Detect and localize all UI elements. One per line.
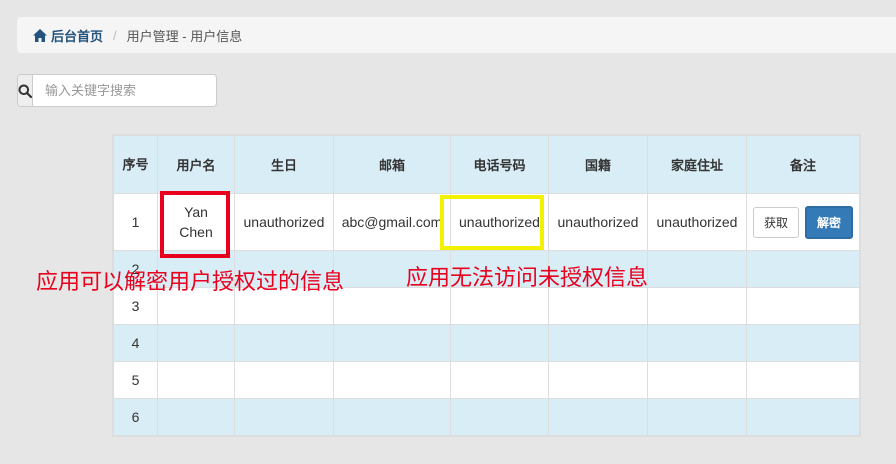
cell-address: unauthorized bbox=[647, 193, 747, 251]
cell-actions: 获取 解密 bbox=[746, 193, 860, 251]
decrypt-button[interactable]: 解密 bbox=[805, 205, 854, 239]
cell-index: 5 bbox=[113, 361, 158, 399]
cell-index: 1 bbox=[113, 193, 158, 251]
table-row: 4 bbox=[113, 324, 860, 362]
table-row: 5 bbox=[113, 361, 860, 399]
header-notes: 备注 bbox=[746, 135, 860, 194]
search-addon[interactable] bbox=[18, 75, 33, 106]
breadcrumb: 后台首页 / 用户管理 - 用户信息 bbox=[17, 17, 896, 53]
breadcrumb-current: 用户管理 - 用户信息 bbox=[126, 28, 243, 44]
search-icon bbox=[18, 84, 32, 98]
get-button[interactable]: 获取 bbox=[752, 206, 799, 238]
search-input[interactable] bbox=[33, 75, 216, 106]
header-nationality: 国籍 bbox=[548, 135, 648, 194]
annotation-authorized: 应用可以解密用户授权过的信息 bbox=[36, 269, 345, 294]
phone-highlight-box bbox=[440, 195, 544, 250]
table-row: 6 bbox=[113, 398, 860, 436]
header-address: 家庭住址 bbox=[647, 135, 747, 194]
breadcrumb-home-link[interactable]: 后台首页 bbox=[33, 26, 103, 45]
cell-index: 4 bbox=[113, 324, 158, 362]
home-icon bbox=[33, 28, 47, 42]
cell-index: 6 bbox=[113, 398, 158, 436]
header-phone: 电话号码 bbox=[450, 135, 549, 194]
header-birthday: 生日 bbox=[234, 135, 334, 194]
breadcrumb-separator: / bbox=[113, 27, 117, 43]
search-group bbox=[17, 74, 217, 107]
annotation-unauthorized: 应用无法访问未授权信息 bbox=[406, 265, 649, 290]
header-index: 序号 bbox=[113, 135, 158, 194]
table-header-row: 序号 用户名 生日 邮箱 电话号码 国籍 家庭住址 备注 bbox=[113, 135, 860, 194]
username-highlight-box bbox=[160, 191, 230, 258]
header-email: 邮箱 bbox=[333, 135, 451, 194]
cell-nationality: unauthorized bbox=[548, 193, 648, 251]
cell-birthday: unauthorized bbox=[234, 193, 334, 251]
cell-email: abc@gmail.com bbox=[333, 193, 451, 251]
breadcrumb-home-label: 后台首页 bbox=[51, 28, 104, 44]
header-username: 用户名 bbox=[157, 135, 235, 194]
